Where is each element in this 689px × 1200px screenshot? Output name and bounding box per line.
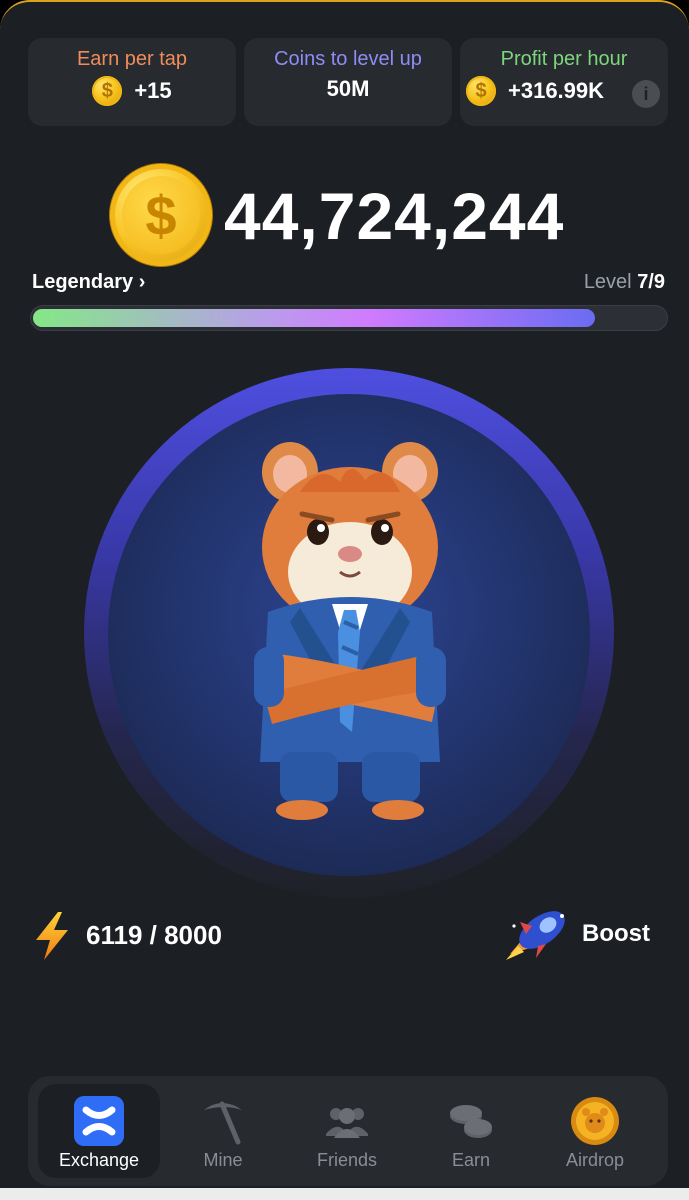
info-icon[interactable]: i <box>632 80 660 108</box>
level-prefix: Level <box>583 271 632 293</box>
nav-item-mine[interactable]: Mine <box>162 1084 284 1178</box>
earn-per-tap-value: +15 <box>134 78 172 103</box>
profit-per-hour-value: +316.99K <box>508 78 605 103</box>
nav-label-exchange: Exchange <box>58 1150 140 1170</box>
level-progress-bar <box>30 305 668 331</box>
chevron-right-icon: › <box>138 271 146 293</box>
nav-label-airdrop: Airdrop <box>565 1150 625 1170</box>
level-progress-fill <box>33 309 595 327</box>
earn-per-tap-row: $ +15 <box>28 76 236 106</box>
nav-item-earn[interactable]: Earn <box>410 1084 532 1178</box>
level-indicator: Level 7/9 <box>584 271 665 294</box>
exchange-icon <box>74 1096 124 1146</box>
nav-label-friends: Friends <box>316 1150 378 1170</box>
rocket-icon[interactable] <box>500 904 572 964</box>
big-coin-symbol: $ <box>122 176 200 254</box>
earn-per-tap-box[interactable]: Earn per tap $ +15 <box>28 38 236 126</box>
profit-per-hour-label: Profit per hour <box>500 48 628 70</box>
coin-icon: $ <box>466 76 496 106</box>
coin-balance: 44,724,244 <box>224 179 565 253</box>
bottom-nav: Exchange Mine Friends Earn Airdrop <box>28 1076 668 1186</box>
system-bar <box>0 1188 689 1200</box>
big-coin-icon: $ <box>110 164 212 266</box>
nav-label-earn: Earn <box>451 1150 491 1170</box>
nav-label-mine: Mine <box>203 1150 243 1170</box>
nav-item-airdrop[interactable]: Airdrop <box>534 1084 656 1178</box>
coins-to-level-up-value: 50M <box>326 76 370 101</box>
lightning-icon <box>36 912 68 960</box>
nav-item-friends[interactable]: Friends <box>286 1084 408 1178</box>
coins-to-level-up-row: 50M <box>244 76 452 102</box>
pickaxe-icon <box>198 1096 248 1146</box>
profit-per-hour-box[interactable]: Profit per hour $ +316.99K i <box>460 38 668 126</box>
coins-to-level-up-label: Coins to level up <box>274 48 422 70</box>
level-value: 7/9 <box>637 271 665 293</box>
coins-to-level-up-box[interactable]: Coins to level up 50M <box>244 38 452 126</box>
main-card: Earn per tap $ +15 Coins to level up 50M… <box>0 0 689 1188</box>
friends-icon <box>322 1096 372 1146</box>
coin-icon: $ <box>92 76 123 106</box>
league-name: Legendary <box>32 271 134 293</box>
hamster-coin-icon <box>570 1096 620 1146</box>
league-link[interactable]: Legendary › <box>32 271 145 294</box>
earn-per-tap-label: Earn per tap <box>76 48 188 70</box>
energy-counter: 6119 / 8000 <box>86 920 222 950</box>
boost-button[interactable]: Boost <box>582 920 650 948</box>
hamster-ceo-icon[interactable] <box>240 432 460 832</box>
coins-stack-icon <box>446 1096 496 1146</box>
app-screen: Earn per tap $ +15 Coins to level up 50M… <box>0 0 689 1200</box>
nav-item-exchange[interactable]: Exchange <box>38 1084 160 1178</box>
